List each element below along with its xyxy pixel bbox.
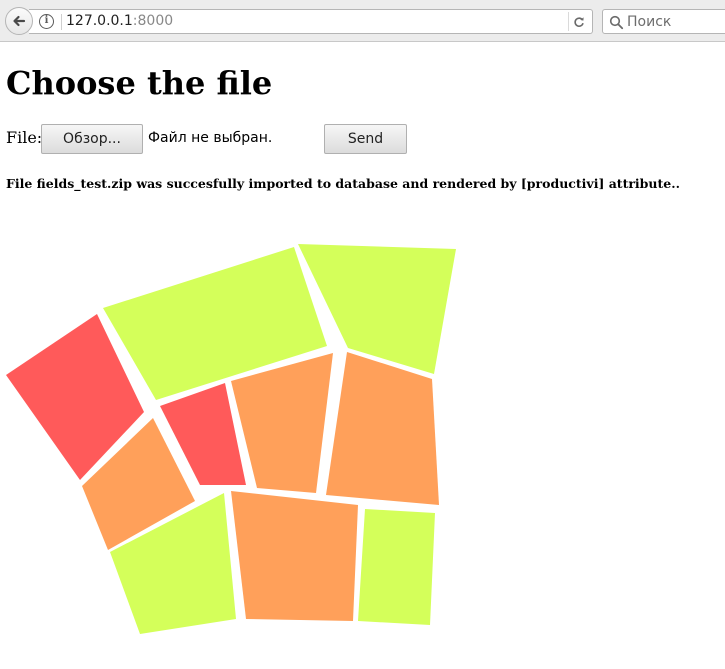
field-orange-right bbox=[326, 352, 439, 505]
field-green-top-right bbox=[298, 244, 456, 374]
url-host: 127.0.0.1 bbox=[66, 13, 133, 29]
status-message: File fields_test.zip was succesfully imp… bbox=[6, 176, 680, 191]
search-bar[interactable]: Поиск bbox=[602, 9, 725, 34]
search-placeholder: Поиск bbox=[627, 14, 672, 30]
send-button[interactable]: Send bbox=[324, 124, 407, 154]
info-icon[interactable]: i bbox=[39, 14, 54, 29]
field-green-bottom-right bbox=[358, 509, 435, 625]
url-text[interactable]: 127.0.0.1:8000 bbox=[66, 13, 173, 29]
url-separator bbox=[61, 14, 62, 30]
field-map bbox=[6, 244, 456, 634]
reload-icon[interactable] bbox=[568, 12, 588, 31]
back-arrow-icon bbox=[13, 15, 26, 27]
field-orange-bottom bbox=[231, 491, 358, 621]
no-file-text: Файл не выбран. bbox=[148, 130, 273, 146]
url-port: :8000 bbox=[132, 13, 174, 29]
search-icon bbox=[609, 15, 624, 30]
field-orange-center bbox=[231, 353, 333, 493]
page-title: Choose the file bbox=[6, 64, 273, 102]
browser-toolbar: i 127.0.0.1:8000 Поиск bbox=[0, 0, 725, 42]
back-button[interactable] bbox=[5, 7, 33, 35]
browse-button[interactable]: Обзор... bbox=[41, 124, 143, 154]
file-label: File: bbox=[6, 128, 43, 147]
url-bar[interactable]: i 127.0.0.1:8000 bbox=[29, 9, 593, 34]
